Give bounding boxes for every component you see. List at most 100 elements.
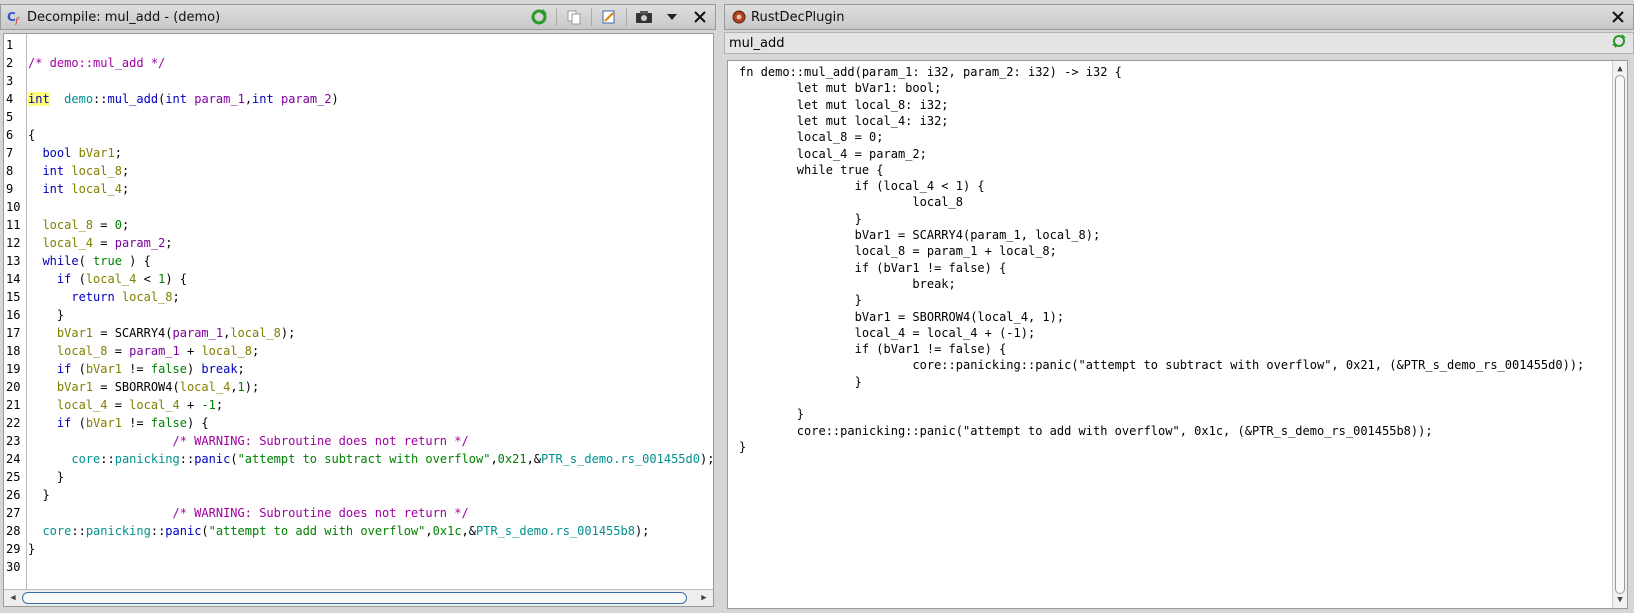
code-token[interactable]: );	[700, 452, 713, 466]
code-token[interactable]: false	[151, 416, 187, 430]
close-decompile-button[interactable]	[689, 7, 711, 27]
code-token[interactable]: +	[180, 398, 202, 412]
rust-code-line[interactable]: if (bVar1 != false) {	[739, 260, 1007, 277]
code-token[interactable]: int	[252, 92, 274, 106]
code-token[interactable]: }	[28, 542, 35, 556]
code-token[interactable]: = SBORROW4(	[93, 380, 179, 394]
rust-code-line[interactable]: while true {	[739, 162, 884, 179]
code-token[interactable]: local_4	[180, 380, 231, 394]
code-token[interactable]: int	[28, 92, 50, 106]
code-token[interactable]: local_8	[122, 290, 173, 304]
code-token[interactable]: param_1	[129, 344, 180, 358]
code-token[interactable]	[28, 236, 42, 250]
code-token[interactable]: 0x21	[498, 452, 527, 466]
code-token[interactable]: local_4	[129, 398, 180, 412]
code-token[interactable]: )	[187, 362, 201, 376]
code-token[interactable]: !=	[122, 362, 151, 376]
code-token[interactable]: }	[28, 488, 49, 502]
horizontal-scrollbar[interactable]: ◀ ▶	[4, 589, 713, 606]
code-line[interactable]: while( true ) {	[28, 252, 151, 270]
vertical-scrollbar[interactable]: ▲ ▼	[1612, 61, 1627, 608]
code-line[interactable]: bVar1 = SCARRY4(param_1,local_8);	[28, 324, 295, 342]
rust-code-line[interactable]: }	[739, 439, 746, 456]
code-token[interactable]: ) {	[122, 254, 151, 268]
code-token[interactable]: param_1	[194, 92, 245, 106]
scroll-left-icon[interactable]: ◀	[6, 590, 20, 606]
rust-code-line[interactable]: }	[739, 292, 862, 309]
rust-code-line[interactable]: local_8	[739, 194, 963, 211]
code-token[interactable]: }	[28, 308, 64, 322]
code-line[interactable]: /* demo::mul_add */	[28, 54, 165, 72]
code-line[interactable]: bool bVar1;	[28, 144, 122, 162]
code-line[interactable]: core::panicking::panic("attempt to subtr…	[28, 450, 713, 468]
rust-code-line[interactable]: core::panicking::panic("attempt to add w…	[739, 423, 1433, 440]
rust-code-line[interactable]: local_8 = 0;	[739, 129, 884, 146]
code-token[interactable]: local_8	[71, 164, 122, 178]
code-token[interactable]	[28, 524, 42, 538]
code-token[interactable]: (	[79, 254, 93, 268]
code-token[interactable]: bVar1	[86, 416, 122, 430]
code-token[interactable]	[28, 398, 57, 412]
code-token[interactable]	[115, 290, 122, 304]
refresh-button[interactable]	[528, 7, 550, 27]
scroll-right-icon[interactable]: ▶	[697, 590, 711, 606]
code-token[interactable]: local_8	[57, 344, 108, 358]
code-token[interactable]: "attempt to subtract with overflow"	[238, 452, 491, 466]
code-token[interactable]: int	[42, 164, 64, 178]
rust-code-line[interactable]: }	[739, 211, 862, 228]
code-token[interactable]	[71, 146, 78, 160]
code-token[interactable]	[28, 380, 57, 394]
close-rustdec-button[interactable]	[1607, 7, 1629, 27]
code-token[interactable]: bool	[42, 146, 71, 160]
code-line[interactable]: bVar1 = SBORROW4(local_4,1);	[28, 378, 259, 396]
code-token[interactable]: ) {	[165, 272, 187, 286]
code-token[interactable]: return	[71, 290, 114, 304]
rust-code-line[interactable]: if (local_4 < 1) {	[739, 178, 985, 195]
code-token[interactable]	[28, 416, 57, 430]
code-token[interactable]: bVar1	[57, 380, 93, 394]
code-token[interactable]: ,	[230, 380, 237, 394]
code-token[interactable]: demo	[64, 92, 93, 106]
code-token[interactable]: panicking	[115, 452, 180, 466]
code-token[interactable]	[28, 218, 42, 232]
code-token[interactable]: }	[28, 470, 64, 484]
code-token[interactable]: ,	[425, 524, 432, 538]
code-token[interactable]: ::	[151, 524, 165, 538]
code-token[interactable]	[28, 506, 173, 520]
code-token[interactable]: PTR_s_demo.rs_001455b8	[476, 524, 635, 538]
code-line[interactable]: core::panicking::panic("attempt to add w…	[28, 522, 649, 540]
code-token[interactable]: local_4	[57, 398, 108, 412]
code-line[interactable]: {	[28, 126, 35, 144]
code-token[interactable]: 1	[238, 380, 245, 394]
rust-code-line[interactable]: fn demo::mul_add(param_1: i32, param_2: …	[739, 64, 1122, 81]
code-token[interactable]: local_4	[42, 236, 93, 250]
code-token[interactable]: ::	[180, 452, 194, 466]
code-token[interactable]: (	[230, 452, 237, 466]
code-token[interactable]: panicking	[86, 524, 151, 538]
code-token[interactable]: break	[201, 362, 237, 376]
code-token[interactable]: bVar1	[86, 362, 122, 376]
code-line[interactable]: int demo::mul_add(int param_1,int param_…	[28, 90, 339, 108]
rust-code-line[interactable]: core::panicking::panic("attempt to subtr…	[739, 357, 1584, 374]
code-token[interactable]: (	[71, 362, 86, 376]
code-line[interactable]: }	[28, 468, 64, 486]
code-token[interactable]: (	[71, 272, 86, 286]
edit-function-button[interactable]	[598, 7, 620, 27]
code-token[interactable]: panic	[194, 452, 230, 466]
code-token[interactable]: local_8	[42, 218, 93, 232]
code-token[interactable]: param_1	[173, 326, 224, 340]
code-token[interactable]: ,	[490, 452, 497, 466]
code-token[interactable]: {	[28, 128, 35, 142]
code-token[interactable]: ,	[245, 92, 252, 106]
code-token[interactable]	[28, 290, 71, 304]
code-line[interactable]: local_4 = local_4 + -1;	[28, 396, 223, 414]
rust-code-line[interactable]: let mut bVar1: bool;	[739, 80, 942, 97]
rust-code-line[interactable]: bVar1 = SCARRY4(param_1, local_8);	[739, 227, 1101, 244]
code-token[interactable]	[28, 164, 42, 178]
code-token[interactable]: ,&	[462, 524, 476, 538]
code-token[interactable]: param_2	[115, 236, 166, 250]
code-line[interactable]: local_4 = param_2;	[28, 234, 172, 252]
code-token[interactable]: ::	[93, 92, 107, 106]
code-token[interactable]: (	[71, 416, 86, 430]
code-token[interactable]	[28, 452, 71, 466]
